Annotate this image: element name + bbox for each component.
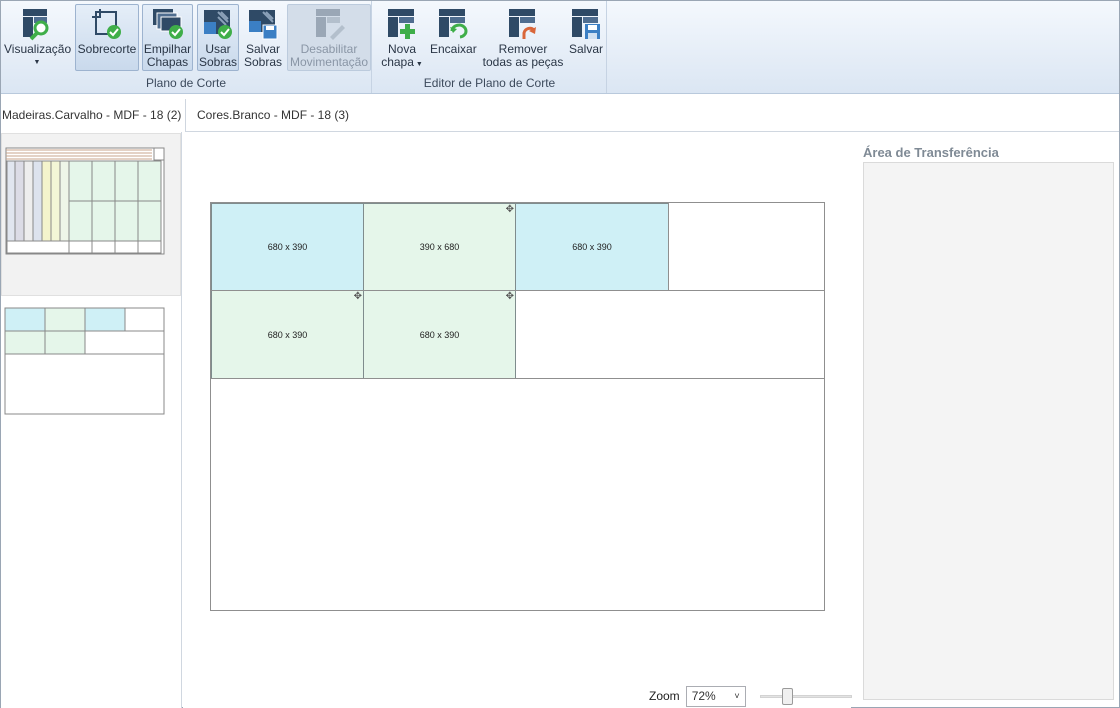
overcut-check-icon [92, 9, 121, 39]
cut-line [211, 378, 824, 379]
fit-undo-icon [439, 9, 468, 39]
move-handle-icon[interactable]: ✥ [506, 292, 514, 302]
zoom-select[interactable]: 72% ˅ [685, 685, 746, 707]
sheet-thumbnail-1[interactable] [1, 133, 181, 296]
zoom-slider[interactable] [759, 687, 852, 705]
empilhar-chapas-button[interactable]: Empilhar Chapas [142, 4, 193, 71]
zoom-value: 72% [691, 689, 716, 703]
cut-line [211, 290, 824, 291]
piece-3[interactable]: 680 x 390 [515, 203, 669, 291]
view-magnifier-icon [23, 9, 49, 41]
use-leftovers-check-icon [204, 10, 232, 39]
tab-cores-branco[interactable]: Cores.Branco - MDF - 18 (3) [187, 99, 359, 132]
piece-2[interactable]: ✥ 390 x 680 [363, 203, 516, 291]
stack-sheets-check-icon [152, 9, 183, 39]
ribbon: Visualização ▼ Sobrecorte Empilhar Chapa… [1, 1, 1119, 94]
sheet-thumbnails-sidebar [1, 132, 182, 708]
group-editor-plano-de-corte: Nova chapa ▼ Encaixar Remover todas as p… [373, 1, 607, 93]
save-leftovers-icon [249, 10, 278, 40]
piece-5[interactable]: ✥ 680 x 390 [363, 290, 516, 379]
remover-line2: todas as peças [482, 55, 564, 69]
sobrecorte-label: Sobrecorte [77, 42, 137, 56]
new-sheet-plus-icon [388, 9, 415, 39]
usar-sobras-button[interactable]: Usar Sobras [197, 4, 239, 71]
nova-chapa-line2-wrap: chapa ▼ [378, 56, 426, 71]
zoom-slider-thumb[interactable] [781, 688, 793, 705]
encaixar-button[interactable]: Encaixar [429, 4, 477, 71]
piece-1-label: 680 x 390 [267, 242, 308, 252]
disable-movement-icon [316, 9, 345, 40]
piece-3-label: 680 x 390 [572, 242, 612, 252]
sheet-thumbnail-2-preview [4, 307, 165, 415]
group-plano-de-corte: Visualização ▼ Sobrecorte Empilhar Chapa… [1, 1, 372, 93]
piece-4-label: 680 x 390 [267, 329, 308, 340]
zoom-control: Zoom 72% ˅ [649, 685, 852, 707]
empilhar-line2: Chapas [146, 55, 189, 69]
piece-2-label: 390 x 680 [419, 242, 460, 252]
cutting-sheet[interactable]: 680 x 390 ✥ 390 x 680 680 x 390 ✥ 680 x … [210, 202, 825, 611]
app-window: Visualização ▼ Sobrecorte Empilhar Chapa… [0, 0, 1120, 708]
transfer-area: Área de Transferência [862, 132, 1114, 708]
visualizacao-button[interactable]: Visualização ▼ [3, 4, 71, 71]
salvar-sobras-line2: Sobras [243, 55, 283, 69]
zoom-label: Zoom [649, 689, 680, 703]
transfer-area-dropzone[interactable] [863, 162, 1114, 700]
remove-pieces-icon [509, 9, 536, 39]
salvar-button[interactable]: Salvar [567, 4, 605, 71]
material-tabs: Madeiras.Carvalho - MDF - 18 (2) Cores.B… [1, 95, 1119, 132]
nova-chapa-button[interactable]: Nova chapa ▼ [377, 4, 427, 71]
group-editor-label: Editor de Plano de Corte [423, 76, 556, 90]
salvar-sobras-button[interactable]: Salvar Sobras [242, 4, 284, 71]
desabilitar-line2: Movimentação [289, 55, 369, 69]
piece-4[interactable]: ✥ 680 x 390 [211, 290, 364, 379]
desabilitar-movimentacao-button[interactable]: Desabilitar Movimentação [287, 4, 371, 71]
cut-line [668, 203, 669, 291]
sheet-thumbnail-1-preview [5, 147, 165, 255]
usar-sobras-line2: Sobras [198, 55, 238, 69]
group-plano-label: Plano de Corte [145, 76, 227, 90]
move-handle-icon[interactable]: ✥ [506, 205, 514, 215]
sheet-thumbnail-2[interactable] [1, 302, 181, 417]
sobrecorte-button[interactable]: Sobrecorte [75, 4, 139, 71]
remover-todas-pecas-button[interactable]: Remover todas as peças [481, 4, 565, 71]
chevron-down-icon: ˅ [734, 691, 740, 701]
move-handle-icon[interactable]: ✥ [354, 292, 362, 302]
chevron-down-icon: ▼ [33, 59, 41, 66]
tab-madeiras-carvalho[interactable]: Madeiras.Carvalho - MDF - 18 (2) [1, 99, 186, 132]
zoom-slider-track [759, 695, 852, 698]
piece-5-label: 680 x 390 [419, 329, 460, 340]
chevron-down-icon: ▼ [413, 61, 423, 68]
visualizacao-label: Visualização [4, 42, 72, 56]
encaixar-label: Encaixar [430, 42, 477, 56]
nova-chapa-line2: chapa [381, 55, 414, 69]
save-disk-icon [572, 9, 600, 39]
transfer-area-title: Área de Transferência [863, 145, 999, 160]
cutting-plan-canvas: 680 x 390 ✥ 390 x 680 680 x 390 ✥ 680 x … [183, 132, 852, 708]
salvar-label: Salvar [568, 42, 603, 56]
piece-1[interactable]: 680 x 390 [211, 203, 364, 291]
